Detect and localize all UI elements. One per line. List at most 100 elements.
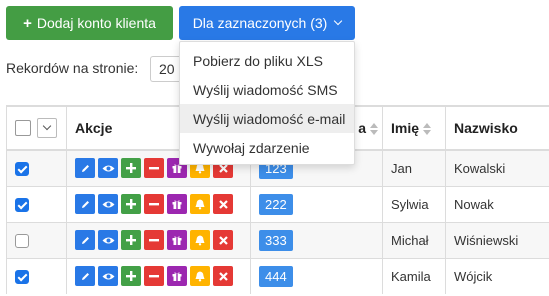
row-id-cell: 444 — [250, 257, 383, 294]
table-row: 333 Michał Wiśniewski — [6, 221, 549, 258]
row-select-cell — [6, 257, 67, 294]
row-select-cell — [6, 185, 67, 222]
gift-icon — [172, 235, 182, 245]
delete-button[interactable] — [213, 266, 233, 287]
row-actions-cell — [66, 257, 251, 294]
minus-icon — [149, 271, 159, 281]
row-first-name: Sylwia — [382, 185, 446, 222]
select-all-checkbox[interactable] — [15, 120, 31, 136]
minus-icon — [149, 235, 159, 245]
gift-icon — [172, 271, 182, 282]
id-header-label: a — [358, 120, 366, 136]
bulk-actions-menu: Pobierz do pliku XLS Wyślij wiadomość SMS… — [179, 41, 355, 165]
row-checkbox[interactable] — [15, 162, 29, 177]
add-client-account-label: Dodaj konto klienta — [36, 15, 156, 31]
row-actions — [75, 266, 242, 287]
gift-button[interactable] — [167, 230, 187, 250]
eye-icon — [102, 200, 115, 209]
plus-icon — [126, 271, 136, 282]
table-row: 222 Sylwia Nowak — [6, 185, 549, 222]
edit-button[interactable] — [75, 230, 95, 250]
eye-icon — [102, 272, 115, 281]
add-button[interactable] — [121, 230, 141, 250]
eye-icon — [102, 236, 115, 245]
select-header — [6, 105, 67, 151]
close-icon — [218, 199, 228, 209]
id-badge: 444 — [259, 265, 293, 287]
view-button[interactable] — [98, 158, 118, 179]
chevron-down-icon — [334, 16, 343, 26]
eye-icon — [102, 164, 115, 173]
pencil-icon — [80, 199, 91, 210]
view-button[interactable] — [98, 266, 118, 287]
row-last-name: Kowalski — [445, 149, 549, 186]
view-button[interactable] — [98, 230, 118, 250]
remove-button[interactable] — [144, 230, 164, 250]
last-name-header[interactable]: Nazwisko — [445, 105, 549, 151]
id-badge: 222 — [259, 193, 293, 215]
records-per-page-label: Rekordów na stronie: — [6, 60, 139, 76]
pencil-icon — [80, 235, 91, 246]
pencil-icon — [80, 271, 91, 282]
close-icon — [218, 163, 228, 173]
id-badge: 333 — [259, 229, 293, 251]
plus-icon: + — [23, 14, 32, 32]
row-id-cell: 333 — [250, 221, 383, 258]
row-actions-cell — [66, 185, 251, 222]
row-select-cell — [6, 149, 67, 186]
row-actions — [75, 230, 242, 250]
add-button[interactable] — [121, 194, 141, 214]
first-name-header-label: Imię — [391, 120, 420, 136]
row-last-name: Wójcik — [445, 257, 549, 294]
row-select-cell — [6, 221, 67, 258]
row-first-name: Michał — [382, 221, 446, 258]
bell-icon — [195, 271, 205, 282]
pencil-icon — [80, 163, 91, 174]
edit-button[interactable] — [75, 194, 95, 214]
add-button[interactable] — [121, 266, 141, 287]
row-id-cell: 222 — [250, 185, 383, 222]
add-button[interactable] — [121, 158, 141, 179]
bulk-actions-label: Dla zaznaczonych (3) — [192, 15, 328, 31]
remove-button[interactable] — [144, 266, 164, 287]
row-last-name: Wiśniewski — [445, 221, 549, 258]
row-first-name: Jan — [382, 149, 446, 186]
menu-item[interactable]: Wywołaj zdarzenie — [180, 133, 354, 162]
first-name-header[interactable]: Imię — [382, 105, 446, 151]
gift-icon — [172, 199, 182, 209]
row-checkbox[interactable] — [15, 270, 29, 285]
row-last-name: Nowak — [445, 185, 549, 222]
row-first-name: Kamila — [382, 257, 446, 294]
row-actions — [75, 194, 242, 214]
remove-button[interactable] — [144, 158, 164, 179]
bell-icon — [195, 199, 205, 210]
plus-icon — [126, 163, 136, 174]
notify-button[interactable] — [190, 194, 210, 214]
gift-button[interactable] — [167, 194, 187, 214]
bulk-actions-button[interactable]: Dla zaznaczonych (3) — [179, 6, 355, 40]
sort-icon — [423, 123, 432, 136]
close-icon — [218, 271, 228, 281]
menu-item[interactable]: Wyślij wiadomość e-mail — [180, 104, 354, 133]
menu-item[interactable]: Pobierz do pliku XLS — [180, 46, 354, 75]
delete-button[interactable] — [213, 194, 233, 214]
gift-button[interactable] — [167, 266, 187, 287]
select-options-button[interactable] — [37, 118, 57, 138]
menu-item[interactable]: Wyślij wiadomość SMS — [180, 75, 354, 104]
row-checkbox[interactable] — [15, 197, 29, 212]
notify-button[interactable] — [190, 230, 210, 250]
close-icon — [218, 235, 228, 245]
edit-button[interactable] — [75, 158, 95, 179]
plus-icon — [126, 199, 136, 209]
minus-icon — [149, 199, 159, 209]
delete-button[interactable] — [213, 230, 233, 250]
notify-button[interactable] — [190, 266, 210, 287]
sort-icon — [370, 123, 378, 136]
remove-button[interactable] — [144, 194, 164, 214]
edit-button[interactable] — [75, 266, 95, 287]
row-checkbox[interactable] — [15, 233, 29, 248]
bell-icon — [195, 235, 205, 246]
add-client-account-button[interactable]: + Dodaj konto klienta — [6, 6, 173, 40]
table-row: 444 Kamila Wójcik — [6, 257, 549, 294]
view-button[interactable] — [98, 194, 118, 214]
